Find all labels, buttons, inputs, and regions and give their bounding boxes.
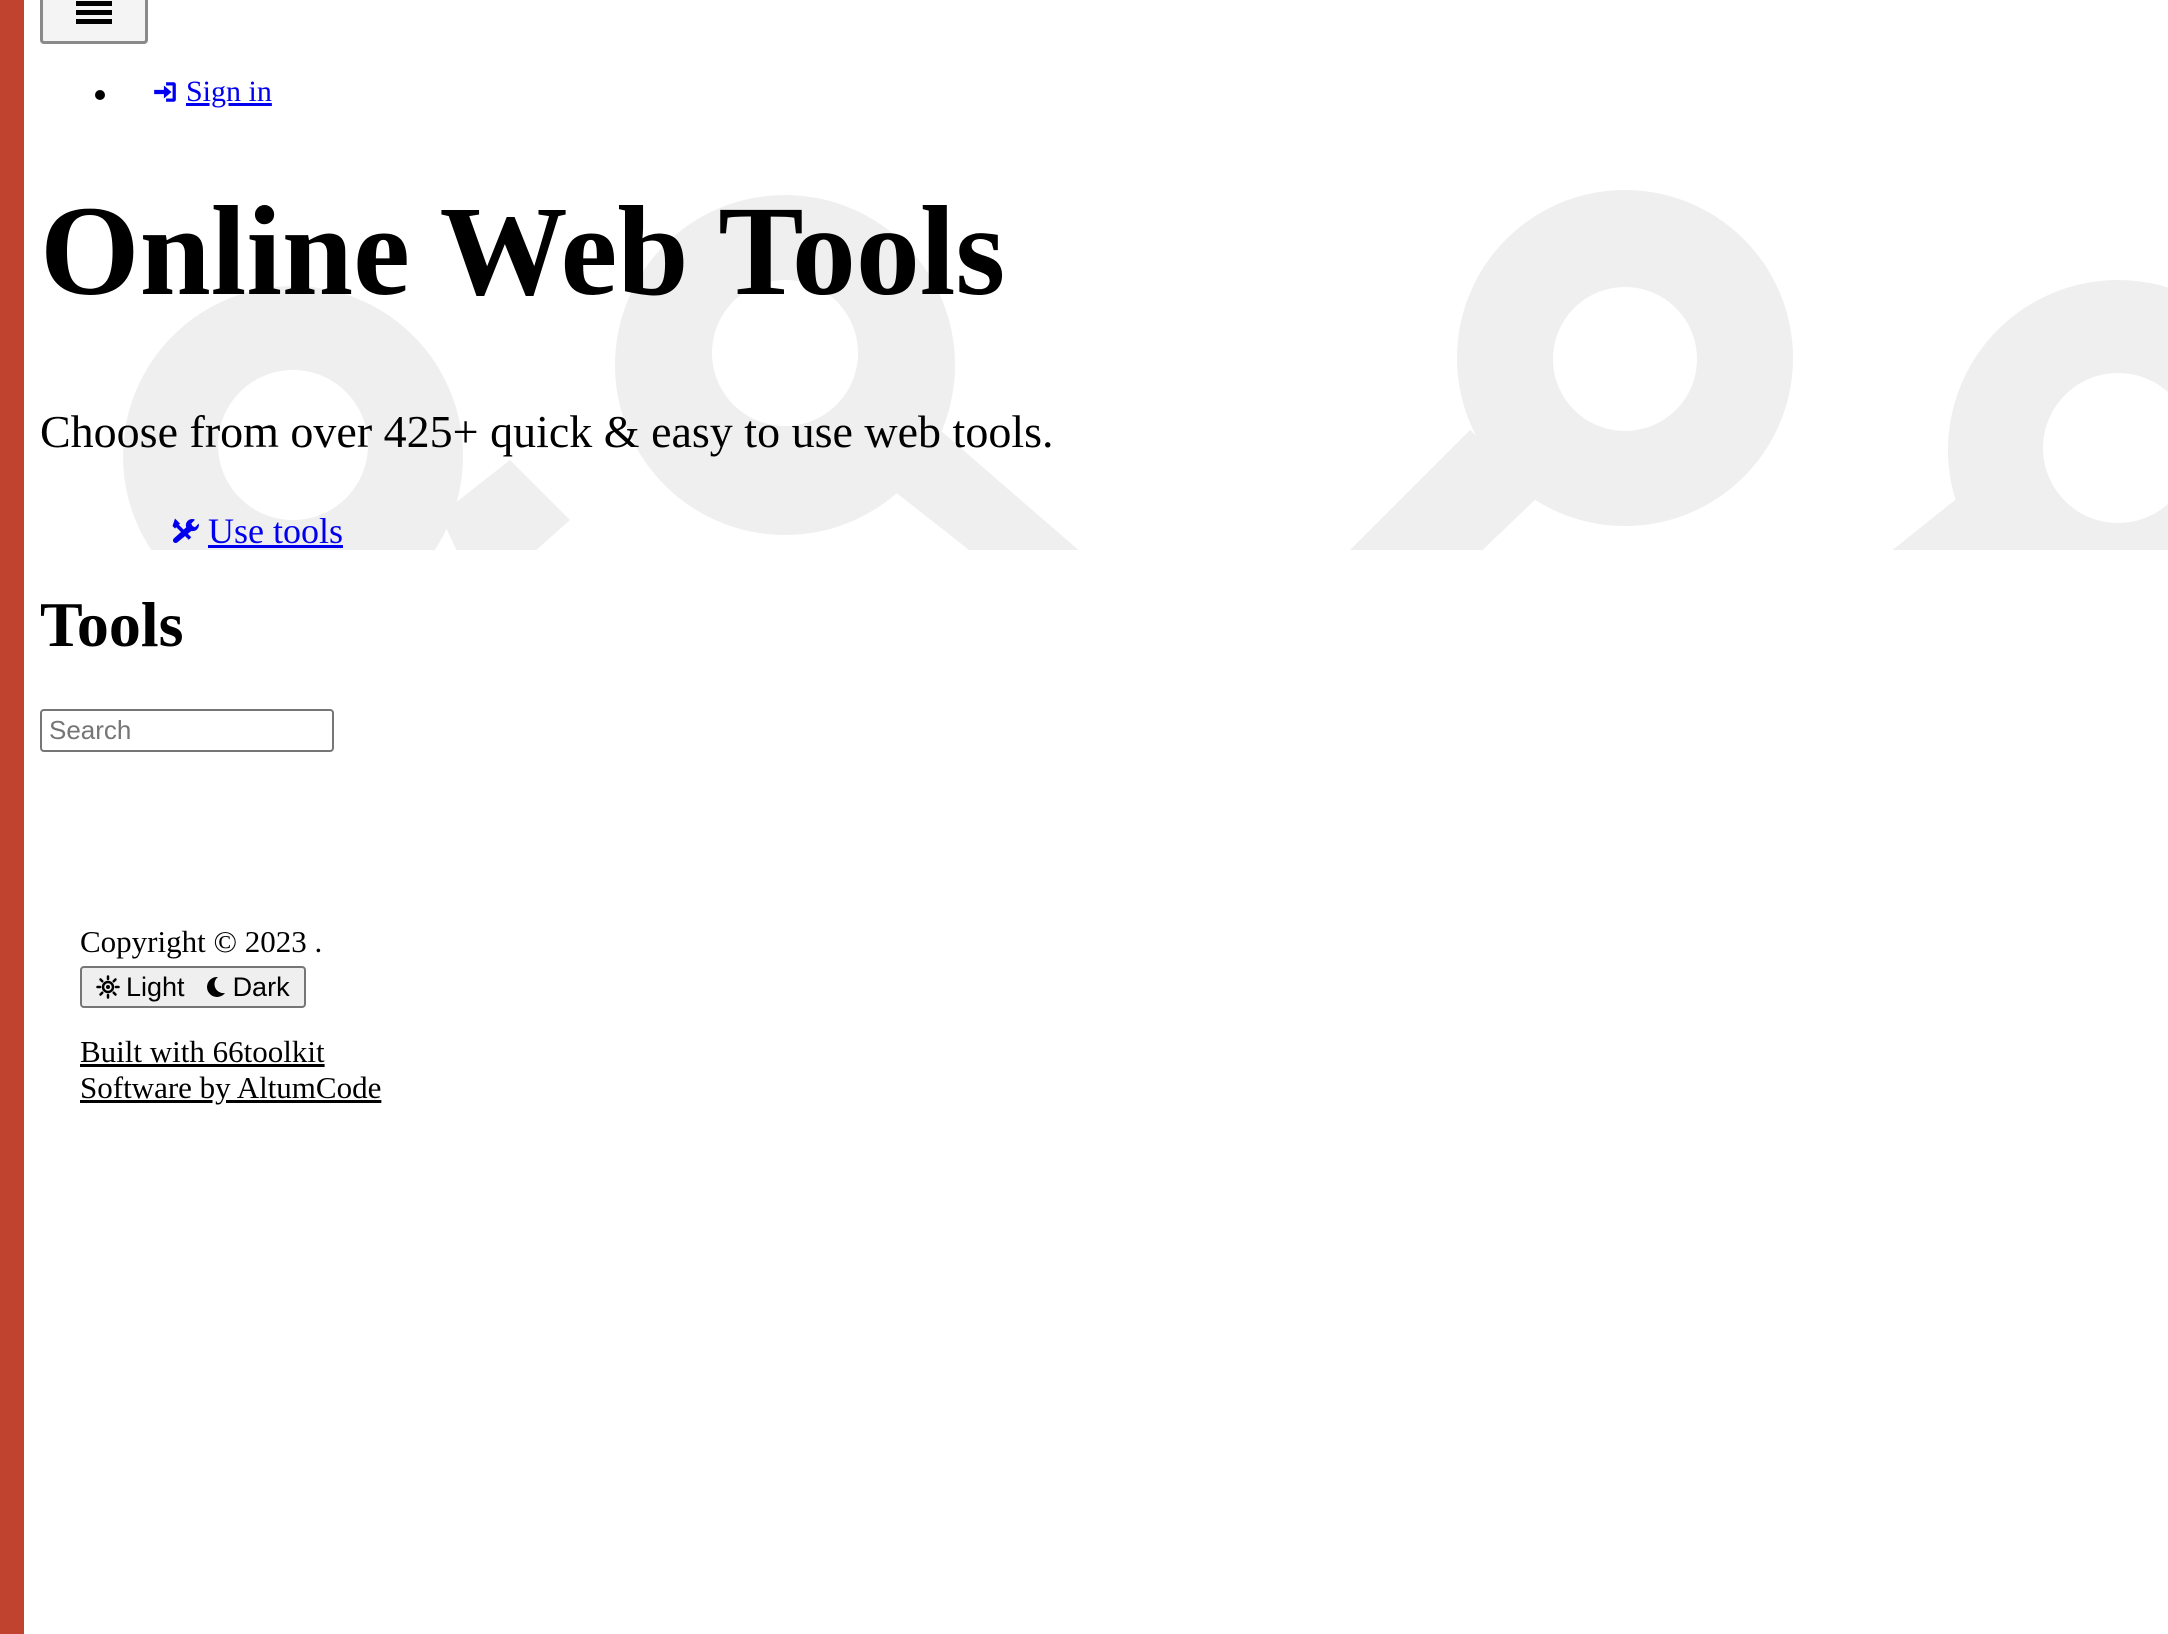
sun-icon xyxy=(96,975,120,999)
tools-icon xyxy=(172,518,199,544)
page-title: Online Web Tools xyxy=(40,180,1006,322)
theme-dark-label: Dark xyxy=(232,971,290,1002)
hero-subtitle: Choose from over 425+ quick & easy to us… xyxy=(40,406,1054,457)
tools-heading: Tools xyxy=(40,589,184,660)
footer: Copyright © 2023 . Light Dark xyxy=(80,924,322,1008)
use-tools-label: Use tools xyxy=(208,511,343,551)
theme-light-label: Light xyxy=(126,971,185,1002)
search-input[interactable] xyxy=(40,709,334,752)
built-with-link[interactable]: Built with 66toolkit xyxy=(80,1034,381,1070)
sign-in-icon xyxy=(154,82,176,102)
menu-toggle-button[interactable] xyxy=(40,0,148,44)
copyright-text: Copyright © 2023 . xyxy=(80,924,323,959)
sign-in-label: Sign in xyxy=(186,75,272,108)
hamburger-icon xyxy=(76,0,112,24)
moon-icon xyxy=(206,976,225,997)
software-by-link[interactable]: Software by AltumCode xyxy=(80,1070,381,1106)
footer-links: Built with 66toolkit Software by AltumCo… xyxy=(80,1034,381,1106)
sign-in-link[interactable]: Sign in xyxy=(152,75,272,109)
use-tools-link[interactable]: Use tools xyxy=(170,510,343,552)
theme-toggle-button[interactable]: Light Dark xyxy=(80,966,306,1008)
list-bullet xyxy=(95,90,105,100)
